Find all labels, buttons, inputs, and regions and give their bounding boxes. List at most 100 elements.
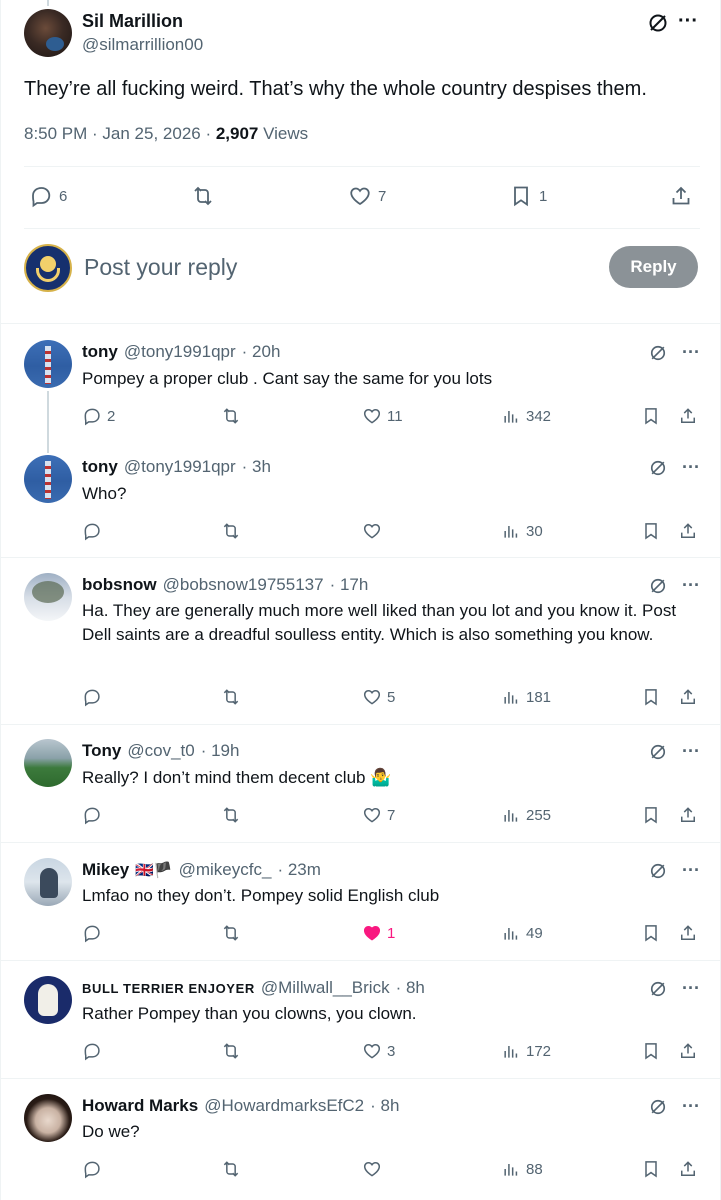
reply-header: BULL TERRIER ENJOYER @Millwall__Brick · … (82, 978, 425, 998)
reply-time[interactable]: · 3h (242, 457, 271, 477)
share-button[interactable] (678, 1159, 698, 1179)
reply-button[interactable] (82, 1159, 107, 1179)
author-name[interactable]: Howard Marks (82, 1096, 198, 1116)
author-name[interactable]: Sil Marillion (82, 11, 183, 32)
avatar[interactable] (24, 573, 72, 621)
more-options-icon[interactable]: ··· (682, 575, 700, 596)
repost-button[interactable] (221, 406, 246, 426)
reply-submit-button[interactable]: Reply (609, 246, 698, 288)
author-handle[interactable]: @cov_t0 (127, 741, 194, 761)
share-button[interactable] (678, 521, 698, 541)
repost-button[interactable] (221, 805, 246, 825)
share-button[interactable] (669, 184, 693, 208)
share-button[interactable] (678, 687, 698, 707)
like-button[interactable]: 3 (362, 1041, 395, 1061)
views-button[interactable]: 342 (501, 406, 551, 426)
reply-time[interactable]: · 19h (201, 741, 240, 761)
repost-button[interactable] (221, 1159, 246, 1179)
author-name[interactable]: tony (82, 457, 118, 477)
bookmark-icon (514, 186, 528, 207)
share-button[interactable] (678, 923, 698, 943)
bookmark-button[interactable] (641, 521, 661, 541)
like-button[interactable]: 11 (362, 406, 403, 426)
reply-time[interactable]: · 17h (330, 575, 369, 595)
avatar[interactable] (24, 340, 72, 388)
more-options-icon[interactable]: ··· (682, 860, 700, 881)
more-options-icon[interactable]: ··· (682, 978, 700, 999)
author-name[interactable]: Tony (82, 741, 121, 761)
bookmark-button[interactable] (641, 805, 661, 825)
reply-button[interactable] (82, 923, 107, 943)
avatar[interactable] (24, 244, 72, 292)
more-options-icon[interactable]: ··· (678, 10, 698, 33)
reply-button[interactable] (82, 687, 107, 707)
bookmark-button[interactable] (641, 1041, 661, 1061)
more-options-icon[interactable]: ··· (682, 741, 700, 762)
avatar[interactable] (24, 9, 72, 57)
reply-button[interactable]: 2 (82, 406, 115, 426)
bookmark-button[interactable] (641, 687, 661, 707)
more-options-icon[interactable]: ··· (682, 1096, 700, 1117)
bookmark-button[interactable] (641, 923, 661, 943)
reply-button[interactable]: 6 (29, 184, 67, 208)
share-button[interactable] (678, 1041, 698, 1061)
bookmark-button[interactable]: 1 (509, 184, 547, 208)
avatar[interactable] (24, 455, 72, 503)
author-name[interactable]: bobsnow (82, 575, 157, 595)
author-name[interactable]: Mikey (82, 860, 129, 880)
author-handle[interactable]: @HowardmarksEfC2 (204, 1096, 364, 1116)
reply-time[interactable]: · 8h (370, 1096, 399, 1116)
author-handle[interactable]: @bobsnow19755137 (163, 575, 324, 595)
author-handle[interactable]: @tony1991qpr (124, 457, 236, 477)
reply-time[interactable]: · 20h (242, 342, 281, 362)
bookmark-button[interactable] (641, 1159, 661, 1179)
reply-time[interactable]: · 23m (277, 860, 320, 880)
reply-header: tony @tony1991qpr · 20h (82, 342, 280, 362)
views-button[interactable]: 181 (501, 687, 551, 707)
author-handle[interactable]: @tony1991qpr (124, 342, 236, 362)
tweet-timestamp[interactable]: 8:50 PM · Jan 25, 2026 · (24, 124, 216, 143)
views-button[interactable]: 172 (501, 1041, 551, 1061)
avatar[interactable] (24, 976, 72, 1024)
like-button[interactable] (362, 521, 387, 541)
views-button[interactable]: 255 (501, 805, 551, 825)
reply-action-bar: 3 172 (1, 1041, 721, 1063)
grok-icon[interactable] (646, 11, 670, 35)
repost-button[interactable] (221, 687, 246, 707)
repost-button[interactable] (221, 521, 246, 541)
views-icon (504, 1046, 518, 1058)
like-button[interactable] (362, 1159, 387, 1179)
repost-button[interactable] (221, 923, 246, 943)
like-button[interactable]: 5 (362, 687, 395, 707)
like-button[interactable]: 7 (362, 805, 395, 825)
views-button[interactable]: 30 (501, 521, 543, 541)
reply-input[interactable]: Post your reply (84, 254, 237, 281)
author-name[interactable]: tony (82, 342, 118, 362)
like-button[interactable]: 1 (362, 923, 395, 943)
author-handle[interactable]: @mikeycfc_ (179, 860, 272, 880)
divider (1, 1078, 721, 1079)
share-icon (681, 408, 695, 423)
avatar[interactable] (24, 739, 72, 787)
avatar[interactable] (24, 1094, 72, 1142)
bookmark-icon (645, 689, 657, 706)
share-button[interactable] (678, 406, 698, 426)
reply-button[interactable] (82, 521, 107, 541)
more-options-icon[interactable]: ··· (682, 342, 700, 363)
like-button[interactable]: 7 (348, 184, 386, 208)
reply-menu: ··· (648, 860, 700, 881)
author-name[interactable]: BULL TERRIER ENJOYER (82, 981, 255, 996)
reply-button[interactable] (82, 1041, 107, 1061)
reply-time[interactable]: · 8h (396, 978, 425, 998)
avatar[interactable] (24, 858, 72, 906)
repost-button[interactable] (191, 184, 221, 208)
reply-button[interactable] (82, 805, 107, 825)
views-button[interactable]: 88 (501, 1159, 543, 1179)
share-button[interactable] (678, 805, 698, 825)
author-handle[interactable]: @silmarrillion00 (82, 35, 203, 55)
more-options-icon[interactable]: ··· (682, 457, 700, 478)
repost-button[interactable] (221, 1041, 246, 1061)
bookmark-button[interactable] (641, 406, 661, 426)
author-handle[interactable]: @Millwall__Brick (261, 978, 390, 998)
views-button[interactable]: 49 (501, 923, 543, 943)
